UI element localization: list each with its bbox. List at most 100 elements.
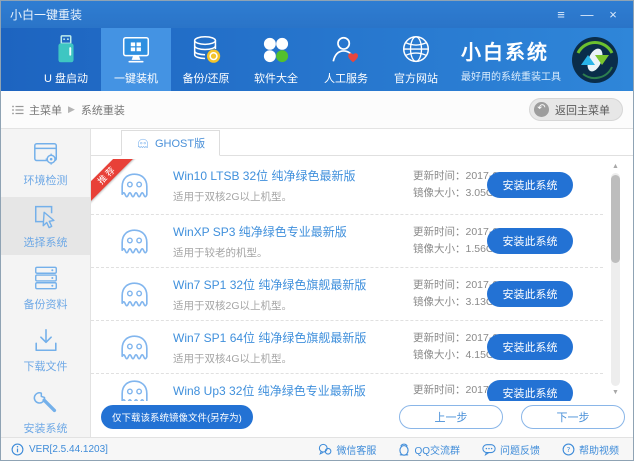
- nav-item-support[interactable]: 人工服务: [311, 28, 381, 91]
- system-row-winxp: WinXP SP3 纯净绿色专业最新版 适用于较老的机型。 更新时间：2017-…: [91, 215, 603, 268]
- nav-item-label: 官方网站: [394, 70, 438, 86]
- main-area: 环境检测 选择系统: [1, 129, 633, 437]
- wechat-support-link[interactable]: 微信客服: [318, 442, 376, 457]
- nav-item-label: 软件大全: [254, 70, 298, 86]
- status-bar: VER[2.5.44.1203] 微信客服 QQ交流群: [1, 437, 633, 460]
- window-controls: ≡ — ×: [550, 6, 624, 24]
- back-arrow-icon: ↶: [534, 102, 549, 117]
- qq-penguin-icon: [398, 443, 410, 456]
- nav-item-one-key-install[interactable]: 一键装机: [101, 28, 171, 91]
- status-links: 微信客服 QQ交流群 问题反馈: [318, 442, 619, 457]
- prev-step-button[interactable]: 上一步: [399, 405, 503, 429]
- install-system-button[interactable]: 安装此系统: [487, 281, 573, 307]
- system-row-win10: Win10 LTSB 32位 纯净绿色最新版 适用于双核2G以上机型。 更新时间…: [91, 156, 603, 215]
- top-nav: U 盘启动 一键装机: [1, 28, 633, 91]
- system-name: WinXP SP3 纯净绿色专业最新版: [173, 223, 347, 240]
- content-panel: GHOST版 Win10 LTSB 32位 纯净绿色最新版 适用于双核2G以上机…: [91, 129, 633, 437]
- system-desc: 适用于双核2G以上机型。: [173, 298, 366, 313]
- close-icon[interactable]: ×: [602, 6, 624, 24]
- version-info: VER[2.5.44.1203]: [11, 443, 108, 456]
- select-system-icon: [32, 202, 60, 230]
- ghost-icon: [136, 137, 150, 150]
- download-only-button[interactable]: 仅下载该系统镜像文件(另存为): [101, 405, 253, 429]
- nav-item-label: 备份/还原: [182, 70, 229, 86]
- ghost-icon: [116, 225, 153, 258]
- help-video-link[interactable]: ? 帮助视频: [562, 442, 619, 457]
- tab-ghost-edition[interactable]: GHOST版: [121, 130, 220, 156]
- list-scrollbar[interactable]: ▲ ▼: [610, 162, 621, 397]
- system-name: Win10 LTSB 32位 纯净绿色最新版: [173, 167, 356, 184]
- system-desc: 适用于双核2G以上机型。: [173, 189, 356, 204]
- wechat-icon: [318, 443, 332, 456]
- brand-name: 小白系统: [461, 36, 561, 65]
- sidebar-item-install-system[interactable]: 安装系统: [1, 383, 90, 441]
- nav-item-label: 一键装机: [114, 70, 158, 86]
- back-to-main-menu-button[interactable]: ↶ 返回主菜单: [529, 98, 623, 121]
- nav-item-website[interactable]: 官方网站: [381, 28, 451, 91]
- help-question-icon: ?: [562, 443, 575, 456]
- clover-icon: [259, 33, 293, 67]
- tab-bar: GHOST版: [91, 129, 633, 156]
- scrollbar-thumb[interactable]: [611, 175, 620, 263]
- brand-tagline: 最好用的系统重装工具: [461, 68, 561, 83]
- install-system-button[interactable]: 安装此系统: [487, 334, 573, 360]
- person-heart-icon: [329, 33, 363, 67]
- sidebar-item-download-files[interactable]: 下载文件: [1, 321, 90, 379]
- system-name: Win7 SP1 64位 纯净绿色旗舰最新版: [173, 329, 366, 346]
- minimize-icon[interactable]: —: [576, 6, 598, 24]
- menu-icon[interactable]: ≡: [550, 6, 572, 24]
- sidebar-item-backup-data[interactable]: 备份资料: [1, 259, 90, 317]
- backup-data-icon: [32, 264, 60, 292]
- app-window: 小白一键重装 ≡ — × U 盘启动: [0, 0, 634, 461]
- ghost-icon: [116, 331, 153, 364]
- install-system-icon: [32, 388, 60, 416]
- ghost-icon: [116, 278, 153, 311]
- system-name: Win7 SP1 32位 纯净绿色旗舰最新版: [173, 276, 366, 293]
- usb-drive-icon: [49, 33, 83, 67]
- install-system-button[interactable]: 安装此系统: [487, 172, 573, 198]
- breadcrumb: 主菜单 ▶ 系统重装 ↶ 返回主菜单: [1, 91, 633, 129]
- globe-icon: [399, 33, 433, 67]
- install-system-button[interactable]: 安装此系统: [487, 228, 573, 254]
- version-text: VER[2.5.44.1203]: [29, 444, 108, 455]
- title-bar: 小白一键重装 ≡ — ×: [1, 1, 633, 28]
- system-row-win7-32: Win7 SP1 32位 纯净绿色旗舰最新版 适用于双核2G以上机型。 更新时间…: [91, 268, 603, 321]
- system-row-win8: Win8 Up3 32位 纯净绿色专业最新版 更新时间：2017-07-18 安…: [91, 374, 603, 401]
- scrollbar-track[interactable]: [611, 173, 620, 386]
- svg-text:?: ?: [567, 445, 571, 454]
- brand: 小白系统 最好用的系统重装工具: [461, 28, 633, 91]
- install-system-button[interactable]: 安装此系统: [487, 380, 573, 401]
- system-desc: 适用于双核4G以上机型。: [173, 351, 366, 366]
- feedback-bubble-icon: [482, 443, 496, 456]
- action-bar: 仅下载该系统镜像文件(另存为) 上一步 下一步: [91, 401, 633, 437]
- system-desc: 适用于较老的机型。: [173, 245, 347, 260]
- env-check-icon: [32, 140, 60, 168]
- scroll-down-icon[interactable]: ▼: [612, 388, 619, 397]
- chevron-right-icon: ▶: [68, 104, 75, 115]
- system-list: Win10 LTSB 32位 纯净绿色最新版 适用于双核2G以上机型。 更新时间…: [91, 156, 633, 401]
- step-sidebar: 环境检测 选择系统: [1, 129, 91, 437]
- download-file-icon: [32, 326, 60, 354]
- recycle-swirl-logo-icon: [571, 36, 619, 84]
- menu-list-icon: [11, 103, 25, 117]
- window-title: 小白一键重装: [10, 6, 82, 23]
- qq-group-link[interactable]: QQ交流群: [398, 442, 460, 457]
- breadcrumb-current: 系统重装: [81, 102, 125, 118]
- info-icon: [11, 443, 24, 456]
- system-name: Win8 Up3 32位 纯净绿色专业最新版: [173, 382, 366, 399]
- monitor-icon: [119, 33, 153, 67]
- database-icon: [189, 33, 223, 67]
- nav-item-label: U 盘启动: [44, 70, 88, 86]
- sidebar-item-select-system[interactable]: 选择系统: [1, 197, 90, 255]
- nav-item-software[interactable]: 软件大全: [241, 28, 311, 91]
- sidebar-item-env-check[interactable]: 环境检测: [1, 135, 90, 193]
- breadcrumb-root[interactable]: 主菜单: [29, 102, 62, 118]
- next-step-button[interactable]: 下一步: [521, 405, 625, 429]
- nav-item-usb-boot[interactable]: U 盘启动: [31, 28, 101, 91]
- nav-item-label: 人工服务: [324, 70, 368, 86]
- feedback-link[interactable]: 问题反馈: [482, 442, 540, 457]
- ghost-icon: [116, 376, 153, 401]
- system-row-win7-64: Win7 SP1 64位 纯净绿色旗舰最新版 适用于双核4G以上机型。 更新时间…: [91, 321, 603, 374]
- nav-item-backup-restore[interactable]: 备份/还原: [171, 28, 241, 91]
- scroll-up-icon[interactable]: ▲: [612, 162, 619, 171]
